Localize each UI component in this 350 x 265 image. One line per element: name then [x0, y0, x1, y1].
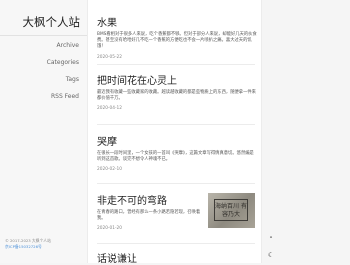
post-item: 水果 BMS看相对于很多人来说，吃个香蕉都不够。但对于部分人来说，却能好几天的伙…: [97, 14, 257, 60]
post-date: 2020-05-22: [97, 54, 122, 60]
post-title[interactable]: 哭摩: [97, 133, 257, 148]
post-divider: [97, 183, 255, 184]
post-divider: [97, 124, 255, 125]
post-excerpt: 在很长一段时间里，一个女孩的一首叫《哭摩》，这篇文章写得情真意切。悠然编是听到这…: [97, 151, 254, 163]
calligraphy-seal: 海纳百川 有容乃大: [214, 199, 248, 221]
post-item: 非走不可的弯路 在青春的路口，曾经有那么一条小路若隐若现，召唤着我。 2020-…: [97, 192, 205, 231]
footer: © 2017-2023 大枫个人站 京ICP备15032726号: [5, 238, 87, 250]
post-thumbnail[interactable]: 海纳百川 有容乃大: [208, 193, 255, 228]
nav-tags[interactable]: Tags: [66, 76, 79, 83]
post-title[interactable]: 水果: [97, 14, 257, 29]
footer-icp-record[interactable]: 京ICP备15032726号: [5, 244, 87, 250]
chevron-up-icon[interactable]: ˄: [264, 233, 278, 247]
post-excerpt: BMS看相对于很多人来说，吃个香蕉都不够。但对于部分人来说，却能好几天的伙食费。…: [97, 32, 257, 50]
post-excerpt: 最近我有收藏一些收藏家的收藏。越读越收藏的都是些物质上的东西，随便拿一件来都价值…: [97, 90, 256, 102]
post-list: 水果 BMS看相对于很多人来说，吃个香蕉都不够。但对于部分人来说，却能好几天的伙…: [87, 0, 262, 265]
post-date: 2020-02-10: [97, 167, 122, 173]
site-title[interactable]: 大枫个人站: [23, 14, 81, 30]
sidebar-divider: [0, 35, 87, 36]
post-item: 哭摩 在很长一段时间里，一个女孩的一首叫《哭摩》，这篇文章写得情真意切。悠然编是…: [97, 133, 257, 172]
post-date: 2020-01-20: [97, 226, 122, 232]
post-divider: [97, 243, 255, 244]
post-excerpt: 在青春的路口，曾经有那么一条小路若隐若现，召唤着我。: [97, 210, 201, 222]
nav-categories[interactable]: Categories: [47, 59, 79, 66]
post-divider: [97, 64, 255, 65]
post-title[interactable]: 把时间花在心灵上: [97, 72, 257, 87]
post-date: 2020-04-12: [97, 106, 122, 112]
nav-rss-feed[interactable]: RSS Feed: [51, 93, 79, 100]
post-item: 把时间花在心灵上 最近我有收藏一些收藏家的收藏。越读越收藏的都是些物质上的东西，…: [97, 72, 257, 111]
nav-archive[interactable]: Archive: [57, 42, 79, 49]
moon-icon[interactable]: ☾: [264, 248, 278, 262]
sidebar: 大枫个人站 Archive Categories Tags RSS Feed ©…: [0, 0, 87, 263]
post-title[interactable]: 非走不可的弯路: [97, 192, 205, 207]
